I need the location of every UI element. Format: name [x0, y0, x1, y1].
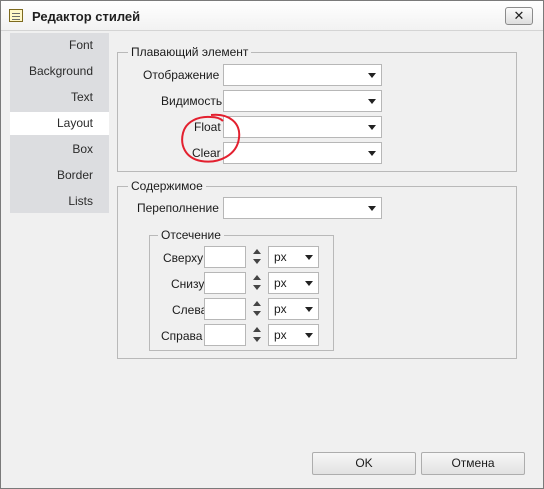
style-editor-dialog: Редактор стилей ✕ Font Background Text L… — [0, 0, 544, 489]
left-label: Слева — [172, 303, 208, 317]
chevron-down-icon — [368, 151, 376, 156]
bottom-unit-select[interactable]: px — [268, 272, 319, 294]
spin-down-icon[interactable] — [253, 337, 261, 342]
bottom-value-input[interactable] — [204, 272, 246, 294]
right-unit-select[interactable]: px — [268, 324, 319, 346]
spin-down-icon[interactable] — [253, 259, 261, 264]
display-label: Отображение — [143, 68, 220, 82]
left-unit-select[interactable]: px — [268, 298, 319, 320]
visibility-label: Видимость — [161, 94, 223, 108]
content-legend: Содержимое — [128, 179, 206, 193]
unit-value: px — [274, 302, 287, 316]
tab-lists[interactable]: Lists — [10, 190, 109, 213]
tab-box[interactable]: Box — [10, 138, 109, 161]
unit-value: px — [274, 250, 287, 264]
unit-value: px — [274, 276, 287, 290]
right-value-input[interactable] — [204, 324, 246, 346]
chevron-down-icon — [305, 307, 313, 312]
close-icon: ✕ — [513, 8, 525, 23]
title-bar[interactable]: Редактор стилей ✕ — [1, 1, 543, 31]
overflow-select[interactable] — [223, 197, 382, 219]
floating-element-legend: Плавающий элемент — [128, 45, 252, 59]
tab-border[interactable]: Border — [10, 164, 109, 187]
close-button[interactable]: ✕ — [505, 7, 533, 25]
bottom-label: Снизу — [171, 277, 205, 291]
cancel-button[interactable]: Отмена — [421, 452, 525, 475]
tab-font[interactable]: Font — [10, 34, 109, 57]
spin-up-icon[interactable] — [253, 249, 261, 254]
top-label: Сверху — [163, 251, 204, 265]
unit-value: px — [274, 328, 287, 342]
chevron-down-icon — [368, 99, 376, 104]
spin-down-icon[interactable] — [253, 285, 261, 290]
chevron-down-icon — [368, 73, 376, 78]
tab-layout[interactable]: Layout — [10, 112, 109, 135]
tab-text[interactable]: Text — [10, 86, 109, 109]
chevron-down-icon — [368, 125, 376, 130]
chevron-down-icon — [305, 333, 313, 338]
window-title: Редактор стилей — [32, 9, 141, 24]
overflow-label: Переполнение — [137, 201, 219, 215]
spin-down-icon[interactable] — [253, 311, 261, 316]
spin-up-icon[interactable] — [253, 301, 261, 306]
chevron-down-icon — [305, 255, 313, 260]
style-sheet-icon — [9, 9, 23, 22]
left-value-input[interactable] — [204, 298, 246, 320]
spin-up-icon[interactable] — [253, 275, 261, 280]
display-select[interactable] — [223, 64, 382, 86]
top-value-input[interactable] — [204, 246, 246, 268]
category-sidebar: Font Background Text Layout Box Border L… — [10, 33, 109, 213]
red-annotation-circle — [181, 113, 241, 163]
spin-up-icon[interactable] — [253, 327, 261, 332]
right-label: Справа — [161, 329, 203, 343]
clipping-legend: Отсечение — [158, 228, 224, 242]
chevron-down-icon — [305, 281, 313, 286]
visibility-select[interactable] — [223, 90, 382, 112]
top-unit-select[interactable]: px — [268, 246, 319, 268]
tab-background[interactable]: Background — [10, 60, 109, 83]
chevron-down-icon — [368, 206, 376, 211]
ok-button[interactable]: OK — [312, 452, 416, 475]
